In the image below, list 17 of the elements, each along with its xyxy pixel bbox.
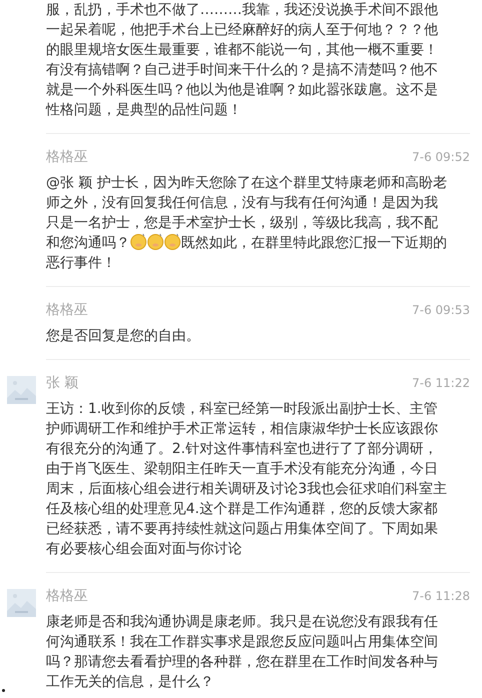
sender-name: 格格巫 [46,587,88,605]
sender-name: 张 颖 [46,374,78,392]
message-time: 7-6 11:28 [412,589,470,603]
message-text: 您是否回复是您的自由。 [46,327,201,346]
message-time: 7-6 09:53 [412,303,470,317]
emoji-icon [130,233,147,250]
message-text: 王访：1.收到你的反馈，科室已经第一时段派出副护士长、主管护师调研工作和维护手术正常运转，相信康淑华护士长应该跟你有很充分的沟通了。2.针对这件事情科室也进行了了部分调研，由于肖飞医生、梁朝阳主任昨天一直手术没有能充分沟通，今日周末，后面核心组会进行相关调研及讨论3我也会征求咱们科室主任及核心组的处理意见4.这个群是工作沟通群，您的反馈大家都已经获悉，请不要再持续性就这问题占用集体空间了。下周如果有必要核心组会面对面与你讨论 [46,400,447,559]
message-time: 7-6 09:52 [412,150,470,164]
dot-mark [2,689,5,692]
message-text: @张 颖 护士长，因为昨天您除了在这个群里艾特康老师和高盼老师之外，没有回复我任何信息，没有与我有任何沟通！是因为我只是一名护士，您是手术室护士长，级别，等级比我高，我不配和您沟通吗？ 既然如此，在群里特此跟您汇报一下近期的恶行事件！ [46,174,447,273]
emoji-icon [164,233,181,250]
sender-name: 格格巫 [46,148,88,166]
emoji-icon [147,233,164,250]
message-text: 服，乱扔，手术也不做了………我靠，我还没说换手术间不跟他一起呆着呢，他把手术台上已经麻醉好的病人至于何地？？？他的眼里规培女医生最重要，谁都不能说一句，其他一概不重要！有没有搞错啊？自己进手时间来干什么的？是搞不清楚吗？他不就是一个外科医生吗？他以为他是谁啊？如此嚣张跋扈。这不是性格问题，是典型的品性问题！ [46,1,439,120]
message-time: 7-6 11:22 [412,376,470,390]
sender-name: 格格巫 [46,301,88,319]
message-text: 康老师是否和我沟通协调是康老师。我只是在说您没有跟我有任何沟通联系！我在工作群实事求是跟您反应问题叫占用集体空间吗？那请您去看看护理的各种群，您在群里在工作时间发各种与工作无关的信息，是什么？ [46,613,439,692]
